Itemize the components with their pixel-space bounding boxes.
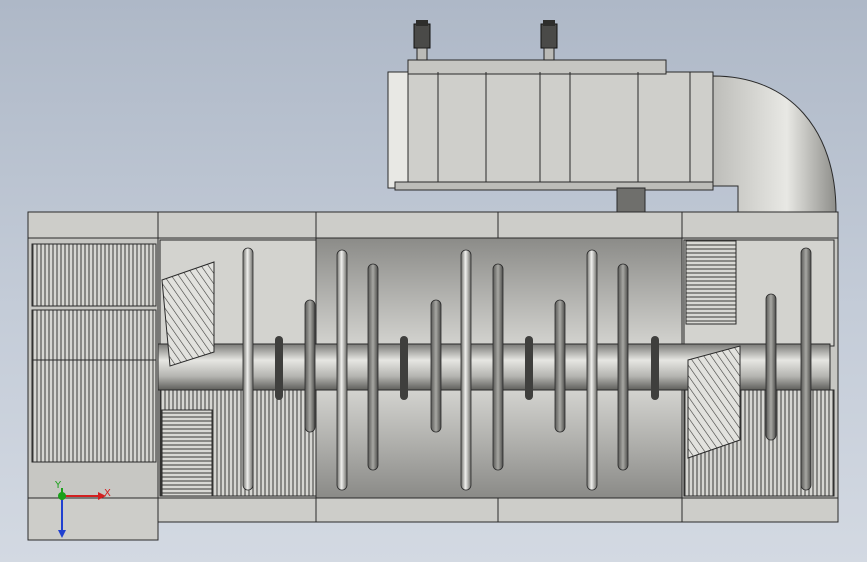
vertical-pipe xyxy=(586,249,598,491)
nozzle-stub xyxy=(651,336,659,400)
motor-right[interactable] xyxy=(540,20,558,61)
nozzle-stub xyxy=(275,336,283,400)
vertical-pipe xyxy=(430,299,442,433)
top-fan-housing[interactable] xyxy=(387,59,714,213)
vertical-pipe xyxy=(492,263,504,471)
filter-section[interactable] xyxy=(31,243,157,463)
vertical-pipe xyxy=(304,299,316,433)
vertical-pipe xyxy=(765,293,777,441)
damper-left[interactable] xyxy=(161,261,215,367)
vertical-pipe xyxy=(242,247,254,491)
nozzle-stub xyxy=(400,336,408,400)
vertical-pipe xyxy=(617,263,629,471)
vertical-pipe xyxy=(336,249,348,491)
y-axis-label: Y xyxy=(54,480,62,491)
vertical-pipe xyxy=(460,249,472,491)
vertical-pipe xyxy=(554,299,566,433)
cad-viewport[interactable]: X Y xyxy=(0,0,867,562)
damper-right[interactable] xyxy=(687,345,741,459)
motor-left[interactable] xyxy=(413,20,431,61)
x-axis-label: X xyxy=(104,488,111,499)
nozzle-stub xyxy=(525,336,533,400)
duct-elbow[interactable] xyxy=(712,75,837,213)
vertical-pipe xyxy=(800,247,812,491)
vertical-pipe xyxy=(367,263,379,471)
